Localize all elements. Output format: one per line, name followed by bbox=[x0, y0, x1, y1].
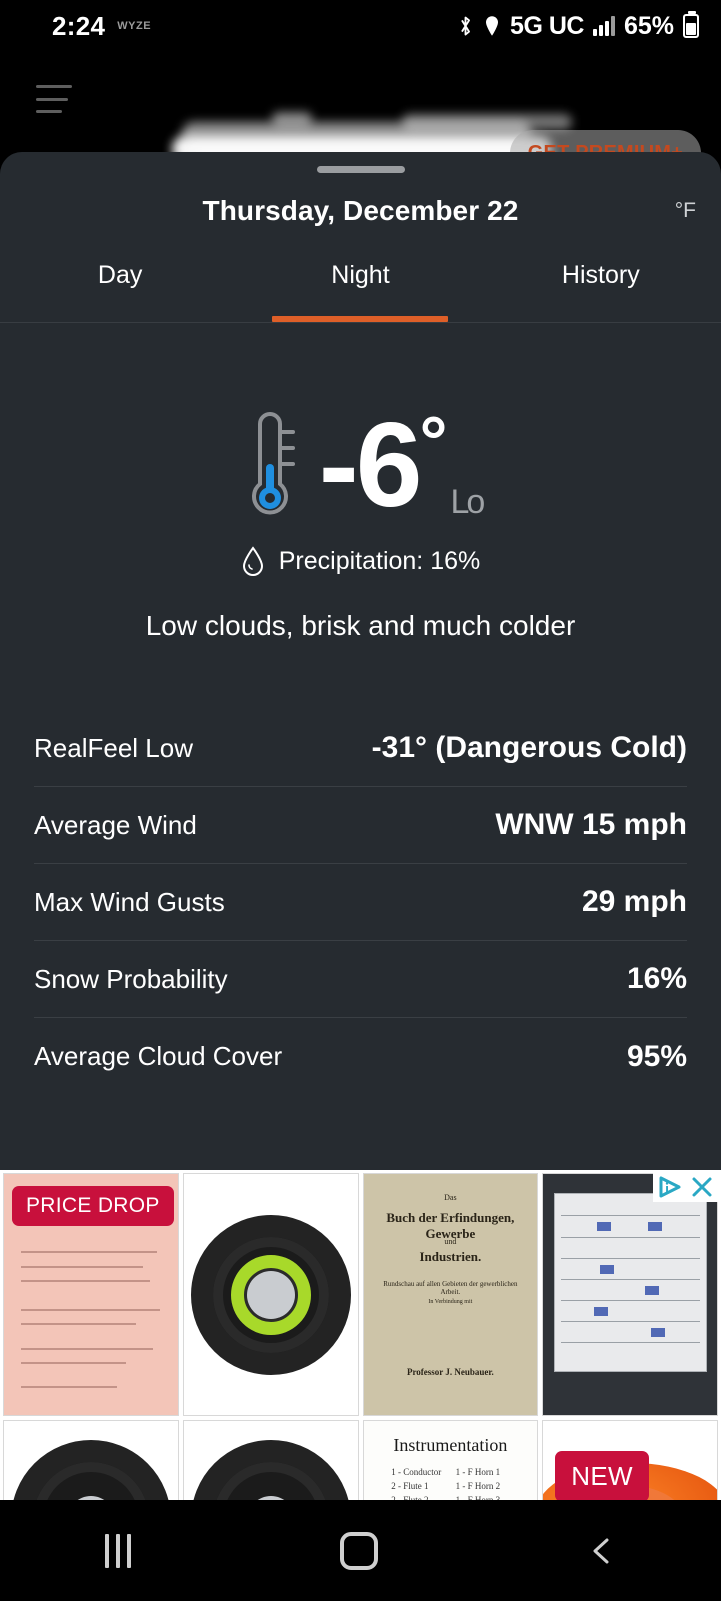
ad-tile-tire-2[interactable] bbox=[3, 1420, 179, 1500]
table-row: RealFeel Low -31° (Dangerous Cold) bbox=[34, 710, 687, 787]
adchoices-icon[interactable] bbox=[657, 1175, 683, 1199]
detail-value: 16% bbox=[626, 962, 687, 995]
list-item: 1 - Conductor bbox=[391, 1467, 442, 1477]
ad-tile-scorecard-photo[interactable] bbox=[542, 1173, 718, 1416]
price-drop-badge: PRICE DROP bbox=[12, 1186, 174, 1226]
detail-label: Average Wind bbox=[34, 809, 197, 840]
ad-tile-german-book[interactable]: Das Buch der Erfindungen, Gewerbe und In… bbox=[362, 1173, 539, 1416]
book-cover-art: Das Buch der Erfindungen, Gewerbe und In… bbox=[363, 1174, 538, 1415]
hi-lo-label: Lo bbox=[450, 483, 485, 521]
temperature-block: -6 ° Lo bbox=[0, 400, 721, 530]
forecast-tabs: Day Night History bbox=[0, 255, 721, 323]
ad-tile-orange-tape[interactable]: NEW bbox=[542, 1420, 718, 1500]
battery-icon bbox=[683, 11, 699, 38]
temperature-value-group: -6 ° Lo bbox=[318, 398, 486, 532]
tab-day-label: Day bbox=[97, 261, 143, 289]
recents-icon[interactable] bbox=[104, 1533, 131, 1568]
list-item: 2 - Flute 1 bbox=[391, 1481, 429, 1491]
book-line-5: In Verbindung mit bbox=[428, 1299, 473, 1306]
close-ad-icon[interactable] bbox=[689, 1175, 715, 1199]
tab-day[interactable]: Day bbox=[0, 255, 240, 322]
status-app-tag: WYZE bbox=[117, 20, 152, 32]
tab-night-label: Night bbox=[331, 261, 390, 289]
page-title: Thursday, December 22 bbox=[202, 195, 519, 226]
temperature-value: -6 bbox=[318, 398, 423, 532]
location-pin-icon bbox=[486, 16, 499, 36]
book-line-4: Rundschau auf allen Gebieten der gewerbl… bbox=[383, 1280, 518, 1297]
instrumentation-art: Instrumentation 1 - Conductor 1 - F Horn… bbox=[363, 1421, 538, 1500]
signal-bars-icon bbox=[592, 16, 615, 36]
new-badge: NEW bbox=[555, 1451, 649, 1500]
tab-history[interactable]: History bbox=[481, 255, 721, 322]
precipitation-row: Precipitation: 16% bbox=[0, 545, 721, 577]
detail-value: WNW 15 mph bbox=[495, 808, 687, 841]
status-right-cluster: 5G UC 65% bbox=[457, 11, 699, 41]
forecast-summary: Low clouds, brisk and much colder bbox=[145, 610, 576, 641]
precipitation-text: Precipitation: 16% bbox=[278, 546, 481, 575]
table-row: Snow Probability 16% bbox=[34, 941, 687, 1018]
detail-label: Max Wind Gusts bbox=[34, 886, 225, 917]
ad-tile-grid: PRICE DROP Das Buch der Erfindungen, Gew… bbox=[0, 1170, 721, 1500]
sheet-drag-handle[interactable] bbox=[316, 166, 405, 173]
table-row: Average Cloud Cover 95% bbox=[34, 1018, 687, 1095]
date-bar: Thursday, December 22 °F bbox=[0, 195, 721, 243]
ad-tile-document-pink[interactable]: PRICE DROP bbox=[3, 1173, 179, 1416]
android-nav-bar bbox=[0, 1500, 721, 1601]
status-bar: 2:24 WYZE 5G UC 65% bbox=[0, 0, 721, 52]
home-icon[interactable] bbox=[339, 1531, 378, 1570]
list-item: 1 - F Horn 2 bbox=[455, 1481, 501, 1491]
app-top-bar: GET PREMIUM+ bbox=[0, 52, 721, 188]
ad-controls[interactable] bbox=[653, 1172, 719, 1202]
bluetooth-icon bbox=[461, 16, 471, 36]
detail-label: Snow Probability bbox=[34, 963, 228, 994]
water-drop-icon bbox=[242, 546, 263, 576]
ad-banner[interactable]: PRICE DROP Das Buch der Erfindungen, Gew… bbox=[0, 1170, 721, 1500]
tab-history-label: History bbox=[561, 261, 640, 289]
instrumentation-list: 1 - Conductor 1 - F Horn 1 2 - Flute 1 1… bbox=[391, 1467, 520, 1500]
phone-screen: 2:24 WYZE 5G UC 65% GET PREMIUM+ Thursda… bbox=[0, 0, 721, 1601]
instrumentation-title: Instrumentation bbox=[393, 1435, 508, 1455]
detail-value: 95% bbox=[626, 1039, 687, 1073]
detail-label: RealFeel Low bbox=[34, 732, 193, 763]
ad-tile-instrumentation[interactable]: Instrumentation 1 - Conductor 1 - F Horn… bbox=[362, 1420, 539, 1500]
book-line-2: und bbox=[444, 1236, 457, 1246]
tab-night[interactable]: Night bbox=[240, 255, 480, 322]
hamburger-menu-icon[interactable] bbox=[36, 85, 72, 113]
forecast-details-list: RealFeel Low -31° (Dangerous Cold) Avera… bbox=[34, 710, 687, 1095]
book-line-6: Professor J. Neubauer. bbox=[406, 1366, 494, 1377]
network-label: 5G UC bbox=[510, 11, 584, 40]
book-line-0: Das bbox=[444, 1193, 457, 1203]
degree-symbol: ° bbox=[419, 402, 447, 480]
detail-value: 29 mph bbox=[581, 885, 687, 918]
scorecard-art bbox=[543, 1174, 717, 1415]
thermometer-icon bbox=[251, 411, 295, 515]
unit-toggle[interactable]: °F bbox=[675, 199, 696, 223]
book-line-3: Industrien. bbox=[419, 1248, 482, 1264]
table-row: Max Wind Gusts 29 mph bbox=[34, 864, 687, 941]
detail-label: Average Cloud Cover bbox=[34, 1041, 283, 1071]
ad-tile-tire-3[interactable] bbox=[182, 1420, 359, 1500]
table-row: Average Wind WNW 15 mph bbox=[34, 787, 687, 864]
tire-art bbox=[190, 1214, 351, 1375]
ad-tile-scooter-tire-green[interactable] bbox=[182, 1173, 359, 1416]
status-time: 2:24 bbox=[52, 10, 106, 41]
list-item: 1 - F Horn 1 bbox=[455, 1467, 501, 1477]
detail-value: -31° (Dangerous Cold) bbox=[371, 731, 687, 764]
back-icon[interactable] bbox=[587, 1536, 617, 1566]
battery-percent: 65% bbox=[623, 11, 674, 40]
